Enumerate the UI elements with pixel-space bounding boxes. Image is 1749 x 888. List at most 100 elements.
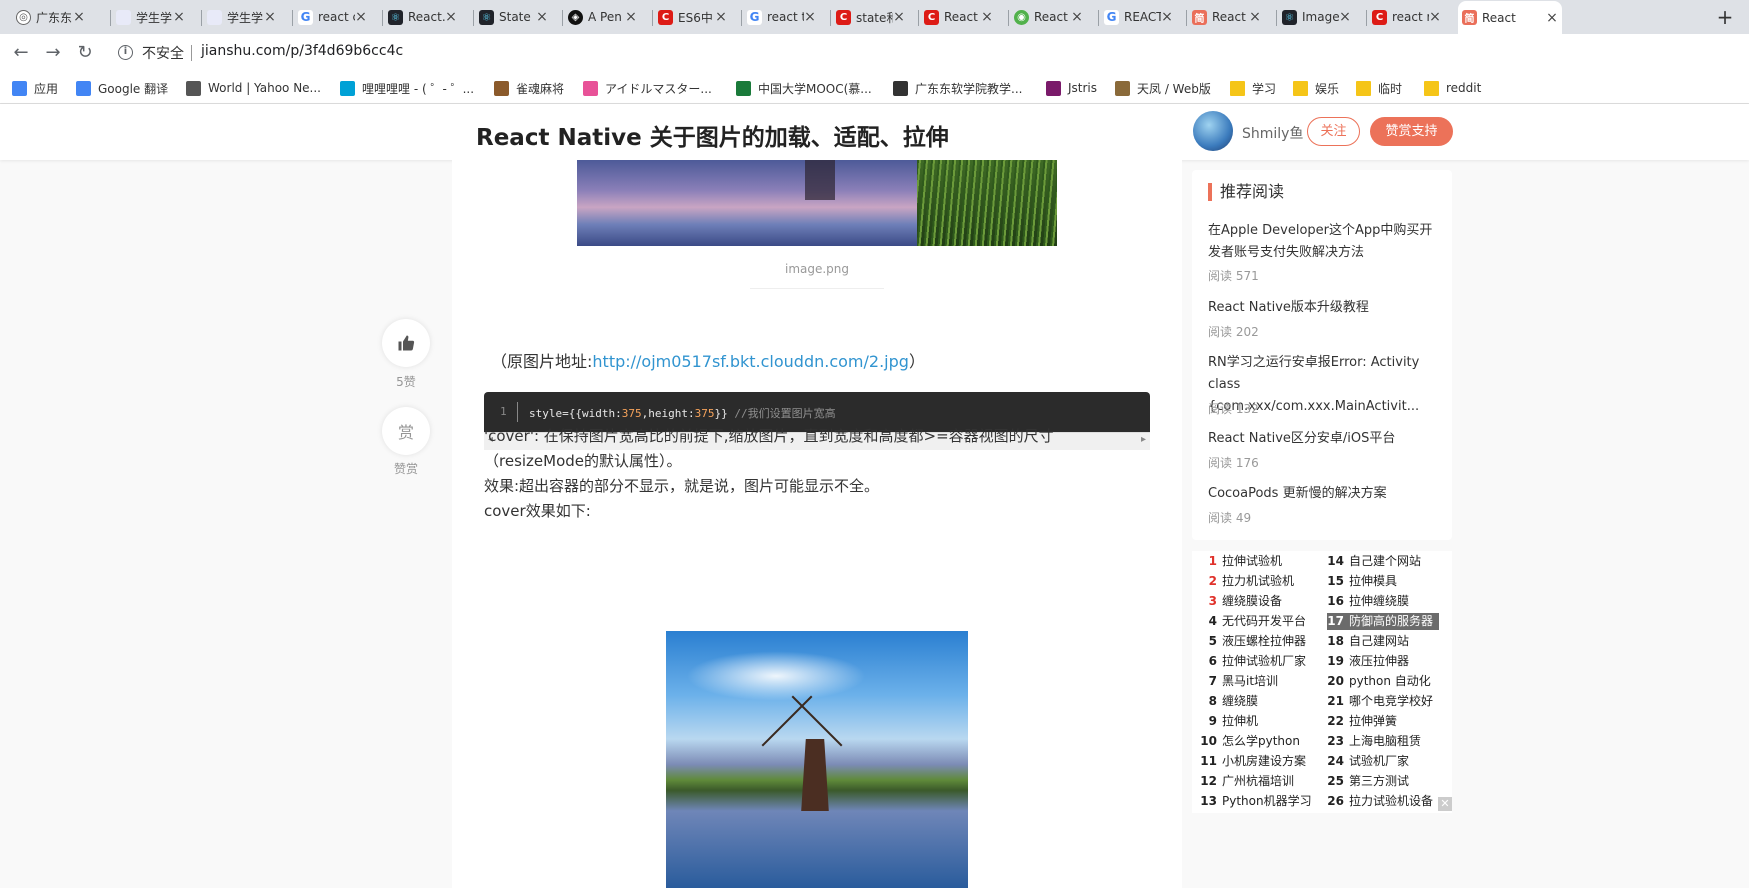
author-name[interactable]: Shmily鱼 bbox=[1242, 123, 1303, 143]
avatar[interactable] bbox=[1193, 111, 1233, 151]
tab-close-icon[interactable]: × bbox=[981, 9, 993, 25]
tab-separator bbox=[1098, 10, 1099, 26]
info-icon[interactable]: i bbox=[118, 45, 133, 60]
ad-keyword[interactable]: 3 缠绕膜设备 bbox=[1200, 593, 1282, 610]
ad-keyword[interactable]: 15 拉伸模具 bbox=[1327, 573, 1397, 590]
tab[interactable]: C ES6中 × bbox=[654, 4, 731, 30]
scroll-right-icon[interactable]: ▸ bbox=[1141, 434, 1146, 445]
tab-close-icon[interactable]: × bbox=[1071, 9, 1083, 25]
follow-button[interactable]: 关注 bbox=[1307, 117, 1360, 146]
close-icon[interactable]: ✕ bbox=[1438, 797, 1452, 811]
tab[interactable]: ⚛ State × bbox=[475, 4, 552, 30]
bookmark[interactable]: 雀魂麻将 bbox=[494, 77, 564, 99]
tab-close-icon[interactable]: × bbox=[625, 9, 637, 25]
tab-close-icon[interactable]: × bbox=[173, 9, 185, 25]
bookmark[interactable]: 广东东软学院教学... bbox=[893, 77, 1022, 99]
bookmark[interactable]: 应用 bbox=[12, 77, 58, 99]
tab-close-icon[interactable]: × bbox=[804, 9, 816, 25]
tab-title: state和 bbox=[856, 10, 893, 25]
security-label[interactable]: 不安全 bbox=[142, 43, 184, 63]
tab[interactable]: C React × bbox=[920, 4, 997, 30]
ad-keyword[interactable]: 10 怎么学python bbox=[1200, 733, 1300, 750]
reload-icon[interactable]: ↻ bbox=[72, 40, 98, 66]
tab-close-icon[interactable]: × bbox=[1546, 10, 1558, 26]
recommend-link[interactable]: React Native区分安卓/iOS平台 bbox=[1208, 428, 1438, 450]
tab-close-icon[interactable]: × bbox=[355, 9, 367, 25]
tab[interactable]: Cstate和 × bbox=[832, 4, 909, 30]
tab[interactable]: Greact t × bbox=[743, 4, 820, 30]
tab[interactable]: Greact c× bbox=[294, 4, 371, 30]
ad-keyword[interactable]: 4 无代码开发平台 bbox=[1200, 613, 1306, 630]
code-token: }} bbox=[714, 407, 728, 420]
ad-keyword[interactable]: 22 拉伸弹簧 bbox=[1327, 713, 1397, 730]
source-link[interactable]: http://ojm0517sf.bkt.clouddn.com/2.jpg bbox=[592, 352, 909, 371]
code-number: 375 bbox=[694, 407, 715, 420]
ad-keyword[interactable]: 8 缠绕膜 bbox=[1200, 693, 1258, 710]
tab[interactable]: ⚛ React. × bbox=[384, 4, 461, 30]
tab-close-icon[interactable]: × bbox=[1161, 9, 1173, 25]
bookmark[interactable]: 天凤 / Web版 bbox=[1115, 77, 1211, 99]
ad-keyword[interactable]: 23 上海电脑租赁 bbox=[1327, 733, 1421, 750]
tab[interactable]: 学生学 × bbox=[203, 4, 280, 30]
tab[interactable]: G REACT × bbox=[1100, 4, 1177, 30]
ad-keyword[interactable]: 14 自己建个网站 bbox=[1327, 553, 1421, 570]
bookmark[interactable]: アイドルマスター... bbox=[583, 77, 712, 99]
ad-keyword[interactable]: 24 试验机厂家 bbox=[1327, 753, 1409, 770]
recommend-link[interactable]: 在Apple Developer这个App中购买开 发者账号支付失败解决方法 bbox=[1208, 220, 1438, 264]
tab-close-icon[interactable]: × bbox=[73, 9, 85, 25]
ad-keyword[interactable]: 2 拉力机试验机 bbox=[1200, 573, 1294, 590]
bookmark[interactable]: 中国大学MOOC(慕... bbox=[736, 77, 872, 99]
tab-close-icon[interactable]: × bbox=[1339, 9, 1351, 25]
bookmark[interactable]: 临时 bbox=[1356, 77, 1402, 99]
tab[interactable]: 简 React × bbox=[1188, 4, 1265, 30]
like-button[interactable] bbox=[382, 319, 430, 367]
tab[interactable]: ◈ A Pen × bbox=[564, 4, 641, 30]
bookmark[interactable]: reddit bbox=[1424, 77, 1481, 99]
ad-keyword[interactable]: 12 广州杭福培训 bbox=[1200, 773, 1294, 790]
tab[interactable]: Creact r × bbox=[1368, 4, 1445, 30]
tab[interactable]: 简 React × bbox=[1458, 1, 1562, 34]
ad-keyword[interactable]: 20 python 自动化 bbox=[1327, 673, 1431, 690]
article-header: React Native 关于图片的加载、适配、拉伸 Shmily鱼 关注 赞赏… bbox=[0, 104, 1749, 160]
ad-keyword[interactable]: 25 第三方测试 bbox=[1327, 773, 1409, 790]
ad-keyword[interactable]: 21 哪个电竞学校好 bbox=[1327, 693, 1433, 710]
tab-close-icon[interactable]: × bbox=[1429, 9, 1441, 25]
back-icon[interactable]: ← bbox=[8, 40, 34, 66]
bookmark[interactable]: Jstris bbox=[1046, 77, 1097, 99]
tab-close-icon[interactable]: × bbox=[1249, 9, 1261, 25]
ad-keyword[interactable]: 19 液压拉伸器 bbox=[1327, 653, 1409, 670]
ad-keyword[interactable]: 17 防御高的服务器 bbox=[1327, 613, 1440, 630]
recommend-link[interactable]: React Native版本升级教程 bbox=[1208, 297, 1438, 319]
forward-icon[interactable]: → bbox=[40, 40, 66, 66]
ad-keyword[interactable]: 16 拉伸缠绕膜 bbox=[1327, 593, 1409, 610]
ad-keyword[interactable]: 6 拉伸试验机厂家 bbox=[1200, 653, 1306, 670]
tab-close-icon[interactable]: × bbox=[445, 9, 457, 25]
new-tab-button[interactable]: + bbox=[1712, 5, 1738, 29]
reward-support-button[interactable]: 赞赏支持 bbox=[1370, 117, 1453, 146]
bookmark[interactable]: 哩哩哩哩 - ( ゜- ゜... bbox=[340, 77, 474, 99]
ad-keyword[interactable]: 9 拉伸机 bbox=[1200, 713, 1258, 730]
recommend-link[interactable]: CocoaPods 更新慢的解决方案 bbox=[1208, 483, 1438, 505]
reward-button[interactable]: 赏 bbox=[382, 407, 430, 455]
address-bar[interactable]: jianshu.com/p/3f4d69b6cc4c bbox=[201, 43, 403, 59]
tab-separator bbox=[830, 10, 831, 26]
tab[interactable]: ⚛ Image × bbox=[1278, 4, 1355, 30]
ad-keyword[interactable]: 11 小机房建设方案 bbox=[1200, 753, 1306, 770]
ad-keyword[interactable]: 7 黑马it培训 bbox=[1200, 673, 1278, 690]
ad-keyword[interactable]: 13 Python机器学习 bbox=[1200, 793, 1311, 810]
ad-keyword[interactable]: 26 拉力试验机设备 bbox=[1327, 793, 1433, 810]
ad-keyword[interactable]: 5 液压螺栓拉伸器 bbox=[1200, 633, 1306, 650]
tab-close-icon[interactable]: × bbox=[536, 9, 548, 25]
tab[interactable]: ◎ 广东东 × bbox=[12, 4, 89, 30]
tab[interactable]: 学生学 × bbox=[112, 4, 189, 30]
tab[interactable]: ◉ React × bbox=[1010, 4, 1087, 30]
ad-keyword[interactable]: 1 拉伸试验机 bbox=[1200, 553, 1282, 570]
tab-close-icon[interactable]: × bbox=[264, 9, 276, 25]
bookmark[interactable]: World | Yahoo Ne... bbox=[186, 77, 321, 99]
bookmark[interactable]: 学习 bbox=[1230, 77, 1276, 99]
ad-keyword[interactable]: 18 自己建网站 bbox=[1327, 633, 1409, 650]
tab-close-icon[interactable]: × bbox=[893, 9, 905, 25]
bookmark[interactable]: Google 翻译 bbox=[76, 77, 168, 99]
tab-close-icon[interactable]: × bbox=[715, 9, 727, 25]
bookmark[interactable]: 娱乐 bbox=[1293, 77, 1339, 99]
